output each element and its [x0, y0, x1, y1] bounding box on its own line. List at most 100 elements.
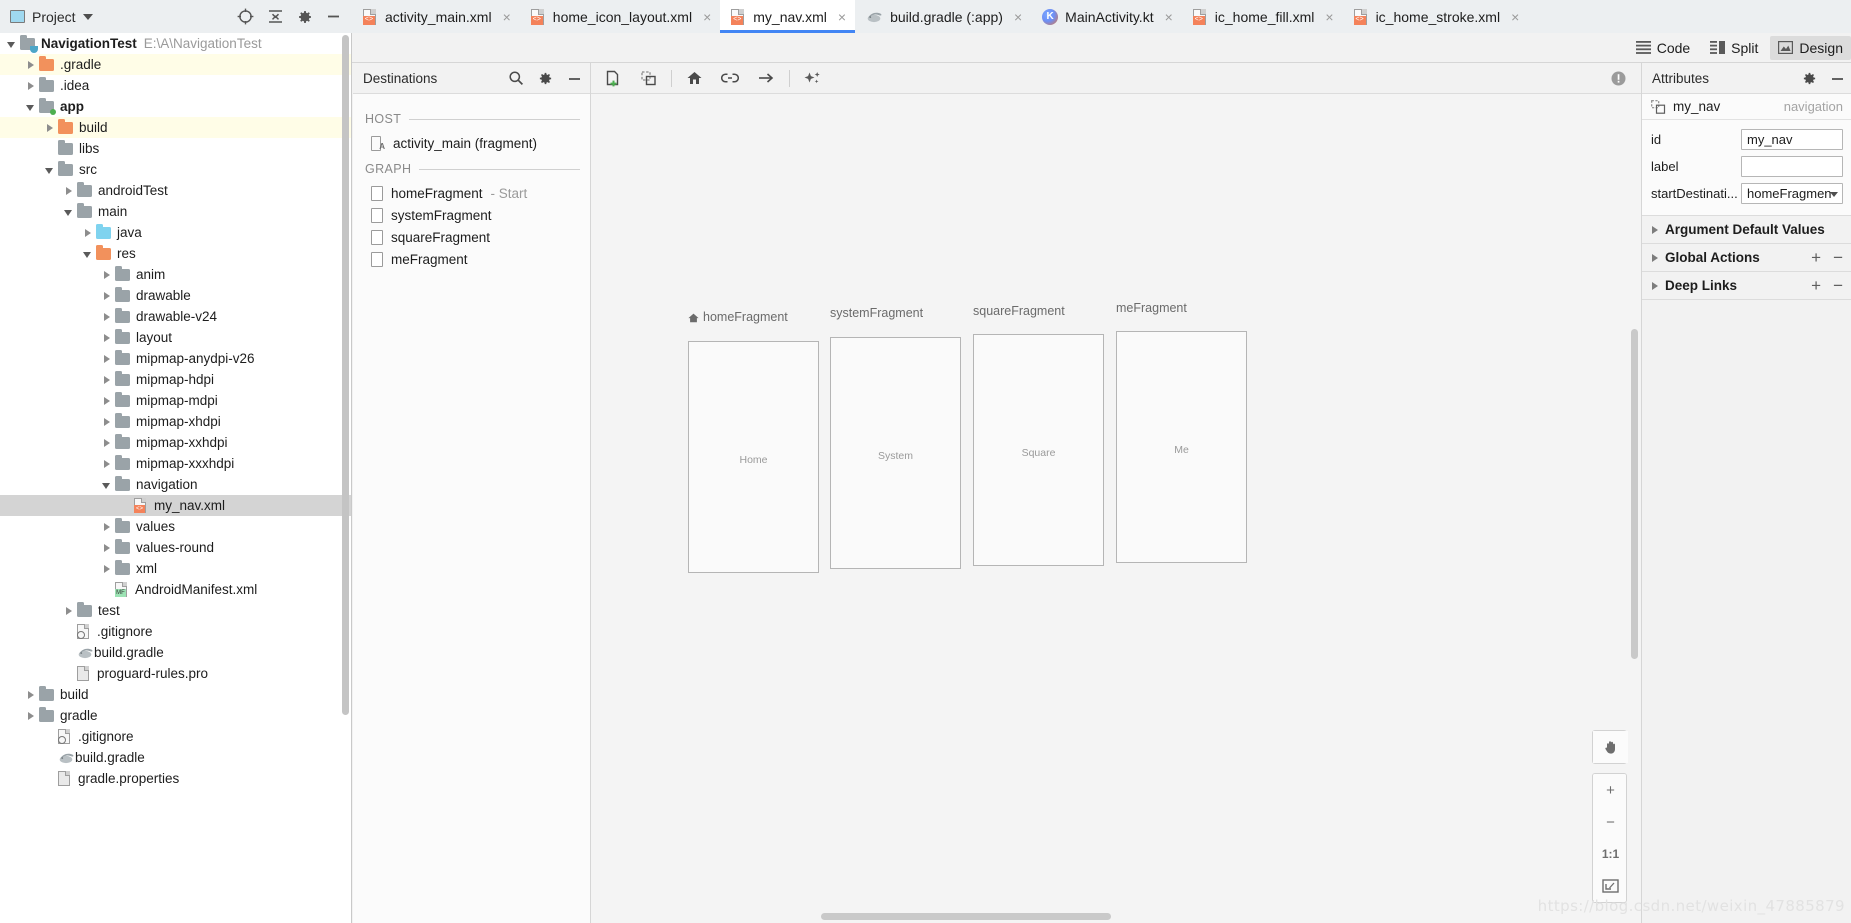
nested-graph-icon[interactable]: [640, 70, 657, 87]
add-icon[interactable]: +: [1811, 248, 1821, 268]
minimize-panel-icon[interactable]: [326, 9, 341, 24]
zoom-in-button[interactable]: +: [1593, 774, 1626, 806]
tree-expand-arrow[interactable]: [101, 542, 113, 554]
tree-expand-arrow[interactable]: [25, 710, 37, 722]
tree-row[interactable]: gradle.properties: [0, 768, 351, 789]
search-icon[interactable]: [508, 70, 524, 86]
gear-icon[interactable]: [538, 71, 553, 86]
tree-row[interactable]: values-round: [0, 537, 351, 558]
tree-expand-arrow[interactable]: [44, 164, 56, 176]
chevron-down-icon[interactable]: [82, 13, 93, 20]
attribute-section-global-actions[interactable]: Global Actions + −: [1642, 244, 1851, 272]
tree-row[interactable]: androidTest: [0, 180, 351, 201]
tree-expand-arrow[interactable]: [44, 122, 56, 134]
tree-expand-arrow[interactable]: [101, 290, 113, 302]
attribute-field-select[interactable]: homeFragmen: [1741, 183, 1843, 204]
tree-row[interactable]: res: [0, 243, 351, 264]
destination-item[interactable]: Aactivity_main (fragment): [365, 132, 580, 154]
tree-expand-arrow[interactable]: [82, 227, 94, 239]
tree-row[interactable]: build: [0, 117, 351, 138]
collapse-all-icon[interactable]: [267, 8, 284, 25]
tree-row[interactable]: drawable-v24: [0, 306, 351, 327]
close-icon[interactable]: ×: [1014, 10, 1022, 24]
tree-row[interactable]: .gitignore: [0, 726, 351, 747]
editor-tab-6[interactable]: <> ic_home_stroke.xml ×: [1343, 0, 1529, 33]
tree-expand-arrow[interactable]: [101, 437, 113, 449]
close-icon[interactable]: ×: [1165, 10, 1173, 24]
tree-row[interactable]: app: [0, 96, 351, 117]
editor-tab-4[interactable]: MainActivity.kt ×: [1031, 0, 1182, 33]
tree-row[interactable]: mipmap-xxxhdpi: [0, 453, 351, 474]
minimize-icon[interactable]: [567, 71, 582, 86]
tree-expand-arrow[interactable]: [101, 395, 113, 407]
fragment-preview-box[interactable]: Square: [973, 334, 1104, 566]
add-icon[interactable]: +: [1811, 276, 1821, 296]
attribute-field-input[interactable]: [1741, 156, 1843, 177]
tree-row[interactable]: MF AndroidManifest.xml: [0, 579, 351, 600]
editor-tab-3[interactable]: build.gradle (:app) ×: [855, 0, 1031, 33]
tree-row[interactable]: build.gradle: [0, 642, 351, 663]
close-icon[interactable]: ×: [703, 10, 711, 24]
zoom-out-button[interactable]: −: [1593, 806, 1626, 838]
close-icon[interactable]: ×: [1325, 10, 1333, 24]
remove-icon[interactable]: −: [1833, 248, 1843, 268]
tree-expand-arrow[interactable]: [25, 689, 37, 701]
fragment-preview-box[interactable]: System: [830, 337, 961, 569]
tree-expand-arrow[interactable]: [25, 59, 37, 71]
editor-tab-1[interactable]: <> home_icon_layout.xml ×: [520, 0, 720, 33]
tree-row[interactable]: src: [0, 159, 351, 180]
tree-row[interactable]: xml: [0, 558, 351, 579]
auto-arrange-icon[interactable]: [804, 70, 822, 87]
editor-tab-5[interactable]: <> ic_home_fill.xml ×: [1182, 0, 1343, 33]
tree-row[interactable]: mipmap-mdpi: [0, 390, 351, 411]
tree-row[interactable]: build.gradle: [0, 747, 351, 768]
tree-expand-arrow[interactable]: [82, 248, 94, 260]
warning-info-icon[interactable]: [1610, 70, 1627, 87]
canvas-horizontal-scrollbar[interactable]: [821, 913, 1111, 920]
mode-button-design[interactable]: Design: [1770, 35, 1851, 60]
tree-row[interactable]: main: [0, 201, 351, 222]
close-icon[interactable]: ×: [1511, 10, 1519, 24]
tree-expand-arrow[interactable]: [25, 80, 37, 92]
attribute-section-argument-default-values[interactable]: Argument Default Values: [1642, 216, 1851, 244]
locate-target-icon[interactable]: [237, 8, 254, 25]
destination-item[interactable]: homeFragment - Start: [365, 182, 580, 204]
add-action-icon[interactable]: [757, 71, 775, 85]
tree-row[interactable]: anim: [0, 264, 351, 285]
set-start-destination-icon[interactable]: [686, 70, 703, 86]
tree-row[interactable]: .idea: [0, 75, 351, 96]
attribute-section-deep-links[interactable]: Deep Links + −: [1642, 272, 1851, 300]
tree-row[interactable]: mipmap-hdpi: [0, 369, 351, 390]
tree-row[interactable]: libs: [0, 138, 351, 159]
tree-expand-arrow[interactable]: [25, 101, 37, 113]
fragment-preview-box[interactable]: Me: [1116, 331, 1247, 563]
tree-expand-arrow[interactable]: [101, 521, 113, 533]
add-deeplink-icon[interactable]: [721, 71, 739, 85]
canvas-vertical-scrollbar[interactable]: [1631, 329, 1638, 659]
tree-row[interactable]: proguard-rules.pro: [0, 663, 351, 684]
tree-row[interactable]: test: [0, 600, 351, 621]
project-tree[interactable]: NavigationTest E:\A\NavigationTest .gradle…: [0, 33, 352, 923]
project-tree-scrollbar[interactable]: [342, 35, 349, 715]
tree-row[interactable]: .gradle: [0, 54, 351, 75]
tree-expand-arrow[interactable]: [101, 479, 113, 491]
tree-expand-arrow[interactable]: [101, 353, 113, 365]
tree-expand-arrow[interactable]: [101, 269, 113, 281]
editor-tab-2[interactable]: <> my_nav.xml ×: [720, 0, 856, 33]
minimize-icon[interactable]: [1830, 71, 1845, 86]
tree-row[interactable]: drawable: [0, 285, 351, 306]
tree-expand-arrow[interactable]: [101, 416, 113, 428]
tree-expand-arrow[interactable]: [63, 185, 75, 197]
remove-icon[interactable]: −: [1833, 276, 1843, 296]
tree-expand-arrow[interactable]: [6, 38, 18, 50]
tree-row[interactable]: values: [0, 516, 351, 537]
tree-row[interactable]: .gitignore: [0, 621, 351, 642]
navigation-graph-canvas[interactable]: homeFragment Home systemFragment System squa…: [591, 94, 1641, 923]
pan-tool-button[interactable]: [1592, 730, 1628, 764]
tree-row[interactable]: build: [0, 684, 351, 705]
zoom-actual-size-button[interactable]: 1:1: [1593, 838, 1626, 870]
mode-button-split[interactable]: Split: [1702, 36, 1766, 60]
gear-icon[interactable]: [1802, 71, 1817, 86]
attribute-field-input[interactable]: my_nav: [1741, 129, 1843, 150]
destination-item[interactable]: squareFragment: [365, 226, 580, 248]
